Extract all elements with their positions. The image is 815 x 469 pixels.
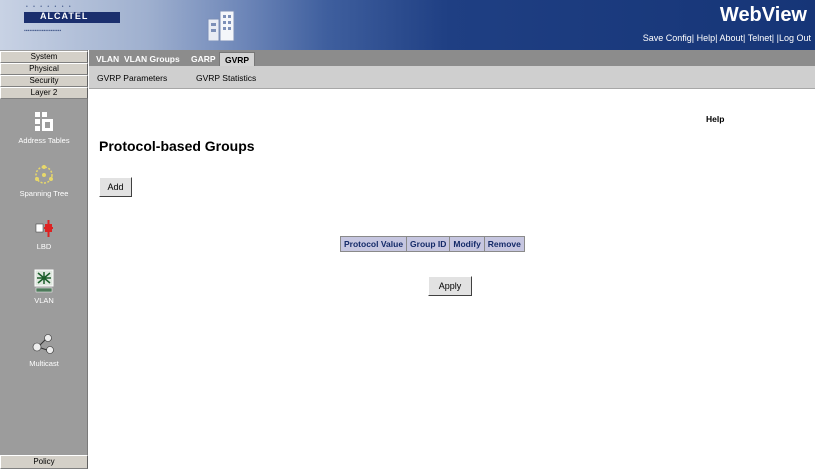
- sidebar-item-spanning-tree[interactable]: Spanning Tree: [0, 163, 88, 198]
- header-banner: • • • • • • • ALCATEL ▪▪▪▪▪▪▪▪▪▪▪▪▪▪▪▪▪▪…: [0, 0, 815, 50]
- sidebar-item-label: LBD: [36, 242, 52, 251]
- sidebar: System Physical Security Layer 2 Address…: [0, 50, 88, 469]
- subtab-gvrp-parameters[interactable]: GVRP Parameters: [97, 73, 167, 83]
- brand-logo: ALCATEL: [40, 11, 89, 21]
- sidebar-button-system[interactable]: System: [0, 51, 88, 63]
- sidebar-item-label: Address Tables: [18, 136, 70, 145]
- groups-table-header: Protocol Value Group ID Modify Remove: [340, 236, 525, 252]
- building-icon: [207, 10, 235, 41]
- sidebar-item-label: Spanning Tree: [19, 189, 69, 198]
- logo-decoration: • • • • • • •: [26, 4, 73, 10]
- sidebar-item-address-tables[interactable]: Address Tables: [0, 110, 88, 145]
- page-title: Protocol-based Groups: [99, 138, 255, 154]
- logout-link[interactable]: Log Out: [779, 33, 811, 43]
- address-table-icon: [35, 112, 53, 131]
- app-title: WebView: [719, 4, 807, 26]
- sidebar-button-layer2[interactable]: Layer 2: [0, 87, 88, 99]
- help-link-top[interactable]: Help: [697, 33, 716, 43]
- subtab-gvrp-statistics[interactable]: GVRP Statistics: [196, 73, 256, 83]
- sidebar-button-security[interactable]: Security: [0, 75, 88, 87]
- column-header-remove: Remove: [484, 237, 524, 251]
- sidebar-item-multicast[interactable]: Multicast: [0, 333, 88, 368]
- about-link[interactable]: About: [720, 33, 744, 43]
- link-separator: |: [715, 33, 718, 43]
- help-link[interactable]: Help: [706, 114, 724, 124]
- add-button[interactable]: Add: [99, 177, 132, 197]
- link-separator: |: [691, 33, 695, 43]
- tab-vlan-groups[interactable]: VLAN Groups: [124, 52, 180, 66]
- sidebar-item-label: Multicast: [29, 359, 59, 368]
- tab-vlan[interactable]: VLAN: [96, 52, 119, 66]
- sidebar-item-lbd[interactable]: LBD: [0, 218, 88, 251]
- top-links: Save Config| Help| About| Telnet| |Log O…: [643, 33, 811, 43]
- spanning-tree-icon: [35, 165, 53, 184]
- sidebar-item-label: VLAN: [34, 296, 54, 305]
- tab-garp[interactable]: GARP: [191, 52, 216, 66]
- vlan-icon: [34, 269, 54, 293]
- lbd-icon: [35, 220, 53, 237]
- sidebar-item-vlan[interactable]: VLAN: [0, 268, 88, 305]
- tab-gvrp[interactable]: GVRP: [219, 52, 256, 66]
- sidebar-button-policy[interactable]: Policy: [0, 455, 88, 469]
- link-separator: |: [771, 33, 775, 43]
- logo-tagline-decoration: ▪▪▪▪▪▪▪▪▪▪▪▪▪▪▪▪▪▪▪▪▪: [24, 28, 62, 34]
- tab-bar: VLAN VLAN Groups GARP GVRP: [89, 50, 815, 66]
- save-config-link[interactable]: Save Config: [643, 33, 692, 43]
- column-header-modify: Modify: [450, 237, 485, 251]
- column-header-protocol-value: Protocol Value: [341, 237, 408, 251]
- link-separator: |: [743, 33, 746, 43]
- subtab-bar: GVRP Parameters GVRP Statistics: [89, 66, 815, 89]
- multicast-icon: [32, 334, 54, 354]
- telnet-link[interactable]: Telnet: [748, 33, 772, 43]
- sidebar-button-physical[interactable]: Physical: [0, 63, 88, 75]
- apply-button[interactable]: Apply: [428, 276, 472, 296]
- column-header-group-id: Group ID: [407, 237, 451, 251]
